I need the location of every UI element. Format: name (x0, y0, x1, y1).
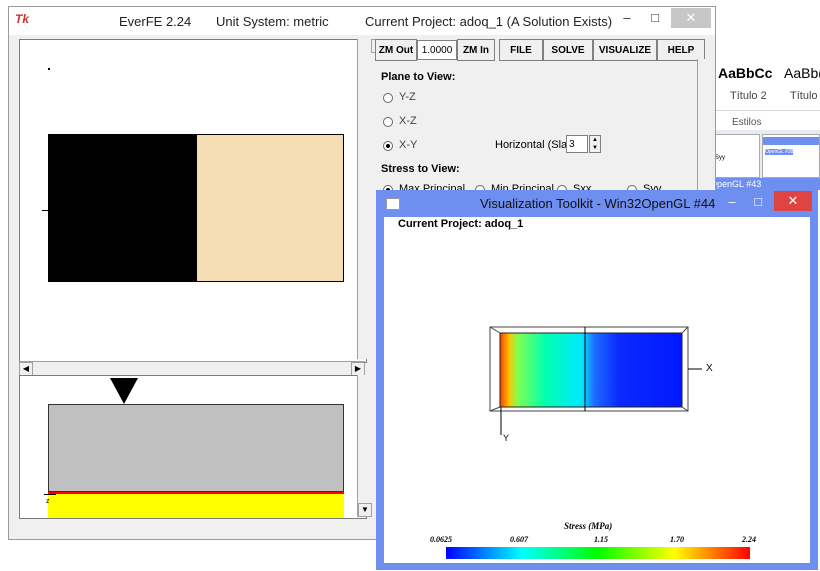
horizontal-slab-label: Horizontal (Slab) (495, 139, 577, 151)
plane-yz-label: Y-Z (399, 91, 416, 103)
axis-x-tick (44, 494, 56, 495)
style-name-heading: Título (790, 90, 818, 102)
scroll-right-arrow[interactable]: ▶ (351, 362, 365, 376)
style-sample-heading2[interactable]: AaBbCc (718, 65, 772, 81)
slab-left-fill (48, 134, 196, 282)
minimize-button[interactable]: – (615, 8, 639, 28)
vtk-render-canvas[interactable]: Current Project: adoq_1 X Y Stress (MPa)… (384, 217, 810, 563)
opengl43-window[interactable]: OpenGL #43 (706, 178, 820, 190)
scroll-left-arrow[interactable]: ◀ (19, 362, 33, 376)
vtk-close-button[interactable]: ✕ (774, 191, 812, 211)
base-layer[interactable] (48, 404, 344, 492)
vtk-maximize-button[interactable]: □ (748, 192, 768, 212)
vtk-app-icon (386, 198, 400, 210)
plan-view-vscrollbar[interactable] (357, 39, 372, 359)
scale-title: Stress (MPa) (564, 521, 613, 531)
plane-xy-label: X-Y (399, 139, 418, 151)
scale-tick-0: 0.0625 (430, 535, 452, 544)
thumbnail-label: Syy (715, 155, 726, 161)
visualize-button[interactable]: VISUALIZE (593, 39, 657, 61)
scale-ticks: 0.0625 0.607 1.15 1.70 2.24 (430, 535, 760, 545)
scroll-down-arrow[interactable]: ▼ (358, 503, 372, 517)
control-panel-vscrollbar[interactable] (697, 59, 712, 199)
maximize-button[interactable]: □ (643, 8, 667, 28)
file-button[interactable]: FILE (499, 39, 543, 61)
subbase-layer[interactable] (48, 494, 344, 518)
taskbar-thumbnails: Syy OpenGL #38 (706, 130, 820, 180)
title-bar: Tk EverFE 2.24 Unit System: metric Curre… (9, 7, 715, 35)
close-button[interactable]: ✕ (671, 8, 711, 28)
plan-view-hscrollbar[interactable]: ◀ ▶ (19, 361, 365, 376)
style-sample-heading[interactable]: AaBb( (784, 65, 820, 81)
horizontal-slab-input[interactable]: 3 (566, 135, 588, 153)
scale-tick-4: 2.24 (742, 535, 756, 544)
origin-dot (48, 68, 50, 70)
x-axis-label: X (706, 363, 713, 374)
stress-heading: Stress to View: (381, 163, 460, 175)
scale-tick-2: 1.15 (594, 535, 608, 544)
plane-heading: Plane to View: (381, 71, 456, 83)
slab-spinner[interactable]: ▲ ▼ (589, 135, 601, 153)
stress-plot-svg (489, 326, 702, 435)
thumbnail-titlebar (763, 137, 819, 145)
axis-z-label: z (46, 498, 50, 505)
zoom-out-button[interactable]: ZM Out (375, 39, 417, 61)
status-strip (19, 519, 365, 533)
ribbon-group-label: Estilos (732, 117, 762, 128)
scale-tick-1: 0.607 (510, 535, 528, 544)
style-name-heading2: Título 2 (730, 90, 767, 102)
tk-icon: Tk (15, 12, 30, 26)
thumbnail-win-label: OpenGL #38 (765, 149, 794, 155)
axis-tick (42, 210, 52, 211)
vtk-window: Visualization Toolkit - Win32OpenGL #44 … (376, 190, 818, 570)
plane-xy-radio[interactable] (383, 141, 393, 151)
current-project: Current Project: adoq_1 (A Solution Exis… (365, 14, 613, 29)
thumbnail-window-2[interactable]: OpenGL #38 (762, 134, 820, 178)
thumbnail-window[interactable]: Syy (710, 134, 760, 178)
slab-left[interactable] (48, 134, 196, 282)
color-scale-bar (446, 547, 750, 559)
y-axis-label: Y (503, 433, 510, 443)
plane-yz-radio[interactable] (383, 93, 393, 103)
ribbon-divider (706, 110, 820, 111)
opengl43-label: OpenGL #43 (710, 179, 762, 189)
scale-tick-3: 1.70 (670, 535, 684, 544)
app-title: EverFE 2.24 (119, 14, 192, 29)
background-word-window: AaBbCc AaBb( Título 2 Título Estilos Syy… (705, 50, 820, 190)
control-panel: ▲ ZM Out 1.0000 ZM In FILE SOLVE VISUALI… (371, 39, 711, 199)
stress-field (499, 332, 683, 408)
load-arrow-icon (110, 378, 138, 404)
help-button[interactable]: HELP (657, 39, 705, 61)
zoom-in-button[interactable]: ZM In (457, 39, 495, 61)
solve-button[interactable]: SOLVE (543, 39, 593, 61)
plan-view-pane[interactable] (19, 39, 367, 363)
plane-xz-label: X-Z (399, 115, 417, 127)
vtk-window-title: Visualization Toolkit - Win32OpenGL #44 (480, 196, 716, 211)
unit-system: Unit System: metric (216, 14, 329, 29)
section-view-vscrollbar[interactable]: ▼ (357, 375, 372, 517)
zoom-value-input[interactable]: 1.0000 (417, 40, 457, 60)
vtk-title-bar: Visualization Toolkit - Win32OpenGL #44 … (376, 190, 818, 216)
plane-xz-radio[interactable] (383, 117, 393, 127)
vtk-minimize-button[interactable]: – (722, 192, 742, 212)
slab-right[interactable] (196, 134, 344, 282)
section-view-pane[interactable]: z (19, 375, 367, 519)
